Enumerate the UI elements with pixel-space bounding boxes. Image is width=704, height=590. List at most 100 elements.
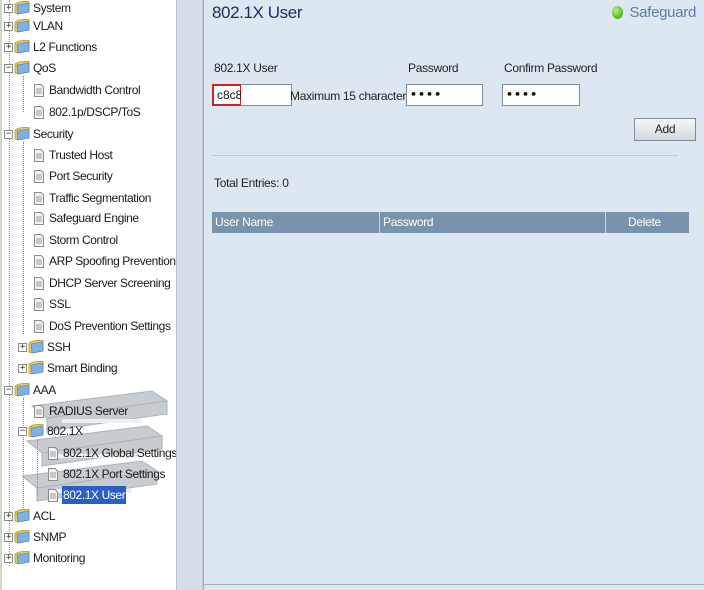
page-icon [48, 488, 58, 502]
expand-toggle-icon[interactable]: − [4, 129, 13, 139]
content-frame: 802.1X User Safeguard 802.1X User Passwo… [204, 0, 704, 585]
page-icon [48, 446, 58, 460]
tree-item-traffic-segmentation[interactable]: Traffic Segmentation [34, 189, 152, 207]
tree-item-label: RADIUS Server [49, 404, 128, 418]
page-icon [34, 319, 44, 333]
expand-toggle-icon[interactable]: + [4, 511, 13, 521]
expand-toggle-icon[interactable]: + [18, 342, 27, 352]
tree-item-security[interactable]: − Security [4, 125, 74, 143]
tree-item-label: AAA [33, 383, 56, 397]
tree-item-label: Smart Binding [47, 361, 118, 375]
expand-toggle-icon[interactable]: + [18, 363, 27, 373]
tree-item-arp-spoofing-prevention[interactable]: ARP Spoofing Prevention [34, 252, 176, 270]
tree-item-acl[interactable]: + ACL [4, 507, 56, 525]
expand-toggle-icon[interactable]: − [4, 63, 13, 73]
tree-item-smart-binding[interactable]: + Smart Binding [18, 359, 118, 377]
safeguard-status: Safeguard [612, 4, 696, 21]
tree-item-radius-server[interactable]: RADIUS Server [34, 402, 129, 420]
page-icon [34, 148, 44, 162]
tree-item-ssl[interactable]: SSL [34, 295, 71, 313]
user-input-extension[interactable] [241, 84, 292, 106]
tree-item-snmp[interactable]: + SNMP [4, 528, 67, 546]
tree-item-label: 802.1X Global Settings [63, 446, 176, 460]
page-title: 802.1X User [212, 3, 303, 22]
expand-toggle-icon[interactable]: + [4, 42, 13, 52]
tree-item-label: 802.1X [47, 424, 83, 438]
expand-toggle-icon[interactable]: + [4, 21, 13, 31]
tree-item-label: Port Security [49, 169, 113, 183]
page-icon [34, 83, 44, 97]
tree-connector-line [23, 76, 24, 112]
tree-item-label: Storm Control [49, 233, 118, 247]
page-icon [34, 191, 44, 205]
tree-item-label: Traffic Segmentation [49, 191, 152, 205]
expand-toggle-icon[interactable]: − [4, 385, 13, 395]
tree-item-safeguard-engine[interactable]: Safeguard Engine [34, 209, 140, 227]
tree-item-vlan[interactable]: + VLAN [4, 17, 64, 35]
tree-item-system[interactable]: + System [4, 0, 72, 17]
frame-splitter[interactable] [176, 0, 203, 590]
confirm-password-input[interactable]: •••• [502, 84, 580, 106]
add-button[interactable]: Add [634, 118, 696, 141]
tree-item-label: L2 Functions [33, 40, 97, 54]
tree-item-802-1x-user[interactable]: 802.1X User [48, 486, 127, 504]
page-icon [34, 276, 44, 290]
tree-item-label: ACL [33, 509, 56, 523]
expand-toggle-icon[interactable]: − [18, 426, 27, 436]
tree-connector-line [37, 440, 38, 496]
confirm-password-field-label: Confirm Password [504, 61, 598, 75]
tree-item-802-1x-global-settings[interactable]: 802.1X Global Settings [48, 444, 176, 462]
tree-item-label: SSL [49, 297, 71, 311]
tree-connector-line [23, 398, 24, 516]
tree-item-label: Bandwidth Control [49, 83, 141, 97]
tree-item-label: 802.1X User [62, 486, 127, 504]
page-icon [34, 211, 44, 225]
tree-item-802-1p-dscp-tos[interactable]: 802.1p/DSCP/ToS [34, 103, 141, 121]
tree-item-label: Monitoring [33, 551, 86, 565]
user-input[interactable]: c8c8 [212, 84, 242, 106]
tree-item-label: DHCP Server Screening [49, 276, 171, 290]
tree-item-label: ARP Spoofing Prevention [49, 254, 176, 268]
tree-item-monitoring[interactable]: + Monitoring [4, 549, 86, 567]
folder-icon [28, 360, 44, 375]
tree-item-l2-functions[interactable]: + L2 Functions [4, 38, 98, 56]
expand-toggle-icon[interactable]: + [4, 532, 13, 542]
safeguard-label: Safeguard [629, 4, 696, 21]
user-field-label: 802.1X User [214, 61, 278, 75]
password-field-label: Password [408, 61, 459, 75]
tree-item-dhcp-server-screening[interactable]: DHCP Server Screening [34, 274, 171, 292]
tree-item-bandwidth-control[interactable]: Bandwidth Control [34, 81, 141, 99]
tree-item-aaa[interactable]: − AAA [4, 381, 57, 399]
expand-toggle-icon[interactable]: + [4, 553, 13, 563]
tree-item-storm-control[interactable]: Storm Control [34, 231, 119, 249]
page-icon [34, 254, 44, 268]
table-header: User Name Password Delete [212, 212, 689, 233]
section-divider [212, 155, 678, 156]
expand-toggle-icon[interactable]: + [4, 3, 13, 13]
folder-icon [28, 423, 44, 438]
tree-item-dos-prevention-settings[interactable]: DoS Prevention Settings [34, 317, 172, 335]
column-header-delete: Delete [605, 212, 689, 233]
tree-item-trusted-host[interactable]: Trusted Host [34, 146, 113, 164]
tree-item-qos[interactable]: − QoS [4, 59, 57, 77]
tree-item-label: 802.1X Port Settings [63, 467, 166, 481]
tree-item-label: Security [33, 127, 74, 141]
tree-item-port-security[interactable]: Port Security [34, 167, 114, 185]
password-input[interactable]: •••• [406, 84, 483, 106]
tree-item-label: 802.1p/DSCP/ToS [49, 105, 141, 119]
folder-icon [14, 550, 30, 565]
page-icon [34, 404, 44, 418]
tree-item-ssh[interactable]: + SSH [18, 338, 71, 356]
column-header-password: Password [379, 212, 605, 233]
folder-icon [14, 60, 30, 75]
navigation-tree: + System + VLAN + L2 Functions − QoS Bandwidth C… [0, 0, 176, 590]
tree-connector-line [23, 142, 24, 334]
tree-item-802-1x[interactable]: − 802.1X [18, 422, 84, 440]
total-entries: Total Entries: 0 [214, 176, 289, 190]
page-icon [34, 297, 44, 311]
folder-icon [14, 529, 30, 544]
tree-item-802-1x-port-settings[interactable]: 802.1X Port Settings [48, 465, 166, 483]
tree-item-label: VLAN [33, 19, 63, 33]
page-icon [34, 233, 44, 247]
page-icon [34, 105, 44, 119]
